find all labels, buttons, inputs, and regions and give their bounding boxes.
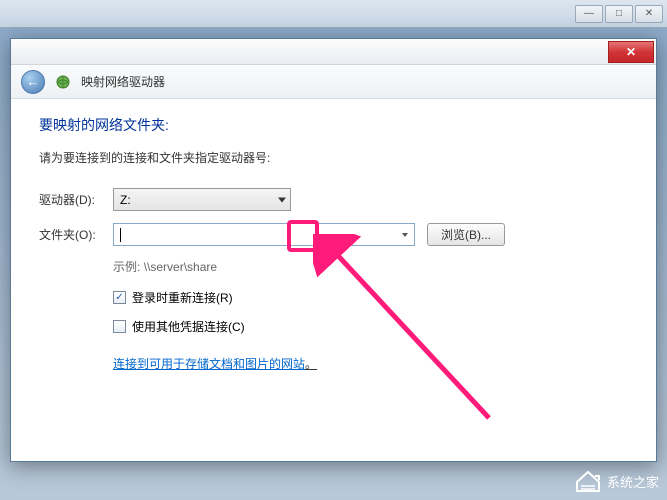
close-icon: ✕ — [626, 45, 636, 59]
chevron-down-icon — [278, 197, 286, 202]
folder-label: 文件夹(O): — [39, 226, 113, 243]
other-credentials-label: 使用其他凭据连接(C) — [132, 318, 245, 335]
dialog-title: 映射网络驱动器 — [81, 73, 165, 90]
instruction-text: 请为要连接到的连接和文件夹指定驱动器号: — [39, 149, 628, 166]
outer-maximize-button[interactable]: □ — [605, 5, 633, 23]
outer-close-button[interactable]: ✕ — [635, 5, 663, 23]
outer-minimize-button[interactable]: — — [575, 5, 603, 23]
dialog-titlebar: ✕ — [11, 39, 656, 65]
back-arrow-icon: ← — [27, 74, 40, 89]
drive-select[interactable]: Z: — [113, 188, 291, 211]
folder-input[interactable] — [113, 223, 415, 246]
watermark: 系统之家 — [575, 470, 659, 492]
page-heading: 要映射的网络文件夹: — [39, 115, 628, 135]
back-button[interactable]: ← — [21, 70, 45, 94]
chevron-down-icon — [402, 233, 408, 237]
close-button[interactable]: ✕ — [608, 41, 654, 63]
reconnect-label: 登录时重新连接(R) — [132, 289, 233, 306]
house-icon — [575, 470, 601, 492]
drive-value: Z: — [120, 193, 131, 207]
map-network-drive-dialog: ✕ ← 映射网络驱动器 要映射的网络文件夹: 请为要连接到的连接和文件夹指定驱动… — [10, 38, 657, 462]
outer-titlebar: — □ ✕ — [0, 0, 667, 28]
other-credentials-checkbox[interactable] — [113, 320, 126, 333]
browse-button[interactable]: 浏览(B)... — [427, 223, 505, 246]
text-cursor — [120, 228, 121, 242]
link-period: 。 — [305, 357, 317, 371]
reconnect-checkbox[interactable]: ✓ — [113, 291, 126, 304]
drive-label: 驱动器(D): — [39, 191, 113, 208]
header-bar: ← 映射网络驱动器 — [11, 65, 656, 99]
example-text: 示例: \\server\share — [113, 258, 628, 275]
watermark-text: 系统之家 — [607, 472, 659, 491]
connect-website-link[interactable]: 连接到可用于存储文档和图片的网站 — [113, 355, 305, 372]
network-drive-icon — [55, 74, 71, 90]
